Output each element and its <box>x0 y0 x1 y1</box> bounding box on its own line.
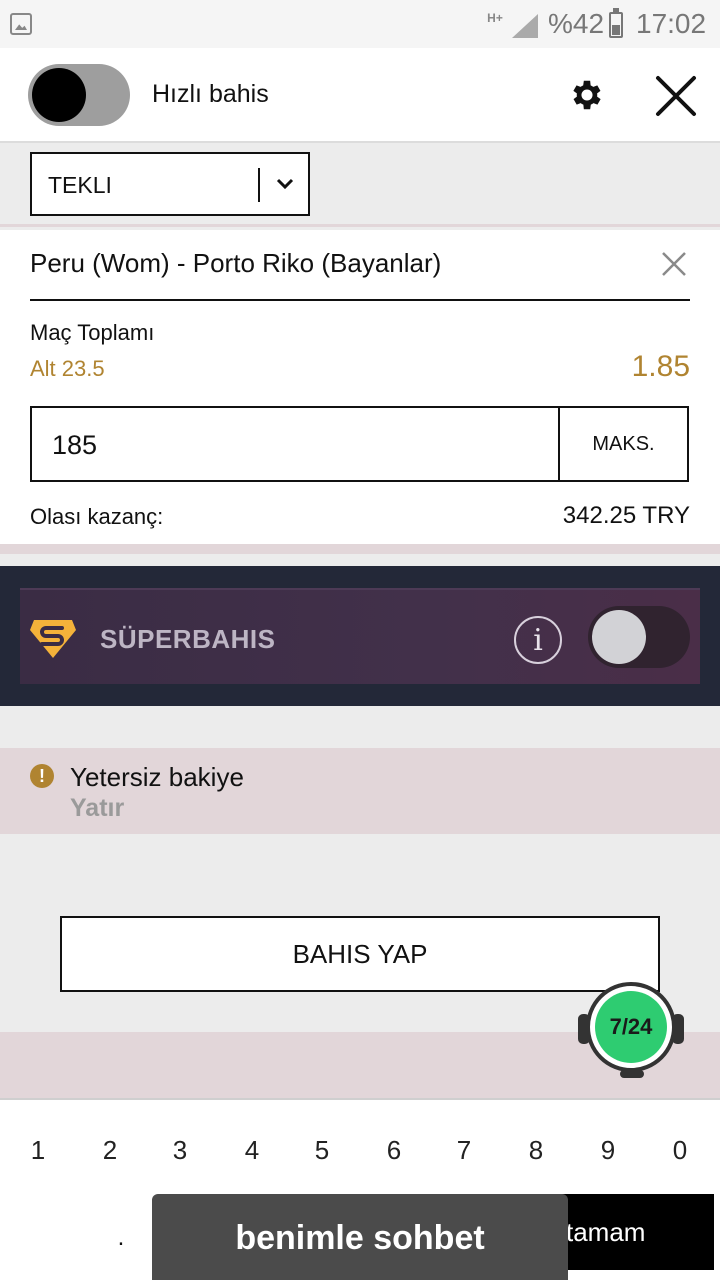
bet-type-band: TEKLI <box>0 143 720 227</box>
signal-icon <box>512 14 538 38</box>
balance-warning: ! Yetersiz bakiye Yatır <box>0 748 720 834</box>
superbahis-panel: SÜPERBAHIS i <box>20 588 700 684</box>
stake-input[interactable]: 185 MAKS. <box>30 406 689 482</box>
bet-type-value: TEKLI <box>48 172 112 198</box>
potential-win-label: Olası kazanç: <box>30 504 164 529</box>
balance-message: Yetersiz bakiye <box>70 762 244 792</box>
key-1[interactable]: 1 <box>8 1130 68 1170</box>
superbahis-band: SÜPERBAHIS i <box>0 566 720 706</box>
max-stake-button[interactable]: MAKS. <box>558 408 687 480</box>
stake-value: 185 <box>52 430 98 460</box>
potential-win-value: 342.25 TRY <box>562 502 690 529</box>
superbahis-logo-icon <box>30 620 76 658</box>
place-bet-button[interactable]: BAHIS YAP <box>60 916 660 992</box>
gallery-notification-icon <box>10 13 32 35</box>
market-name: Maç Toplamı <box>30 320 155 345</box>
headset-left-icon <box>578 1014 590 1044</box>
key-6[interactable]: 6 <box>364 1130 424 1170</box>
key-4[interactable]: 4 <box>222 1130 282 1170</box>
betslip-header: Hızlı bahis <box>0 48 720 143</box>
key-7[interactable]: 7 <box>434 1130 494 1170</box>
headset-mic-icon <box>620 1070 644 1078</box>
superbahis-toggle-knob <box>592 610 646 664</box>
live-support-button[interactable]: 7/24 <box>576 978 686 1082</box>
support-label: 7/24 <box>595 991 667 1063</box>
quick-bet-toggle-knob <box>32 68 86 122</box>
dropdown-separator <box>258 168 260 202</box>
odds-value: 1.85 <box>631 350 690 383</box>
superbahis-label: SÜPERBAHIS <box>100 624 276 654</box>
chat-with-me-button[interactable]: benimle sohbet <box>152 1194 568 1280</box>
bet-card: Peru (Wom) - Porto Riko (Bayanlar) Maç T… <box>0 230 720 554</box>
chevron-down-icon <box>276 178 294 190</box>
quick-bet-label: Hızlı bahis <box>152 80 269 108</box>
key-3[interactable]: 3 <box>150 1130 210 1170</box>
quick-bet-toggle[interactable] <box>28 64 130 126</box>
bet-type-dropdown[interactable]: TEKLI <box>30 152 310 216</box>
gear-icon[interactable] <box>568 76 606 114</box>
superbahis-toggle[interactable] <box>588 606 690 668</box>
network-type-icon: H+ <box>487 11 503 25</box>
key-8[interactable]: 8 <box>506 1130 566 1170</box>
match-title: Peru (Wom) - Porto Riko (Bayanlar) <box>30 248 442 278</box>
numeric-keyboard: 1 2 3 4 5 6 7 8 9 0 . tamam benimle sohb… <box>0 1098 720 1280</box>
battery-icon <box>609 8 623 38</box>
key-9[interactable]: 9 <box>578 1130 638 1170</box>
selection-name: Alt 23.5 <box>30 356 105 381</box>
remove-bet-icon[interactable] <box>660 250 688 278</box>
key-dot[interactable]: . <box>96 1218 146 1258</box>
deposit-link[interactable]: Yatır <box>70 794 124 823</box>
headset-right-icon <box>672 1014 684 1044</box>
key-2[interactable]: 2 <box>80 1130 140 1170</box>
key-5[interactable]: 5 <box>292 1130 352 1170</box>
key-0[interactable]: 0 <box>650 1130 710 1170</box>
warning-icon: ! <box>30 764 54 788</box>
battery-percent: %42 <box>548 8 605 39</box>
clock: 17:02 <box>636 8 707 39</box>
keyboard-done-button[interactable]: tamam <box>556 1194 714 1270</box>
info-icon[interactable]: i <box>514 616 562 664</box>
match-divider <box>30 299 690 301</box>
status-bar: H+ %42 17:02 <box>0 0 720 48</box>
close-icon[interactable] <box>654 74 698 118</box>
